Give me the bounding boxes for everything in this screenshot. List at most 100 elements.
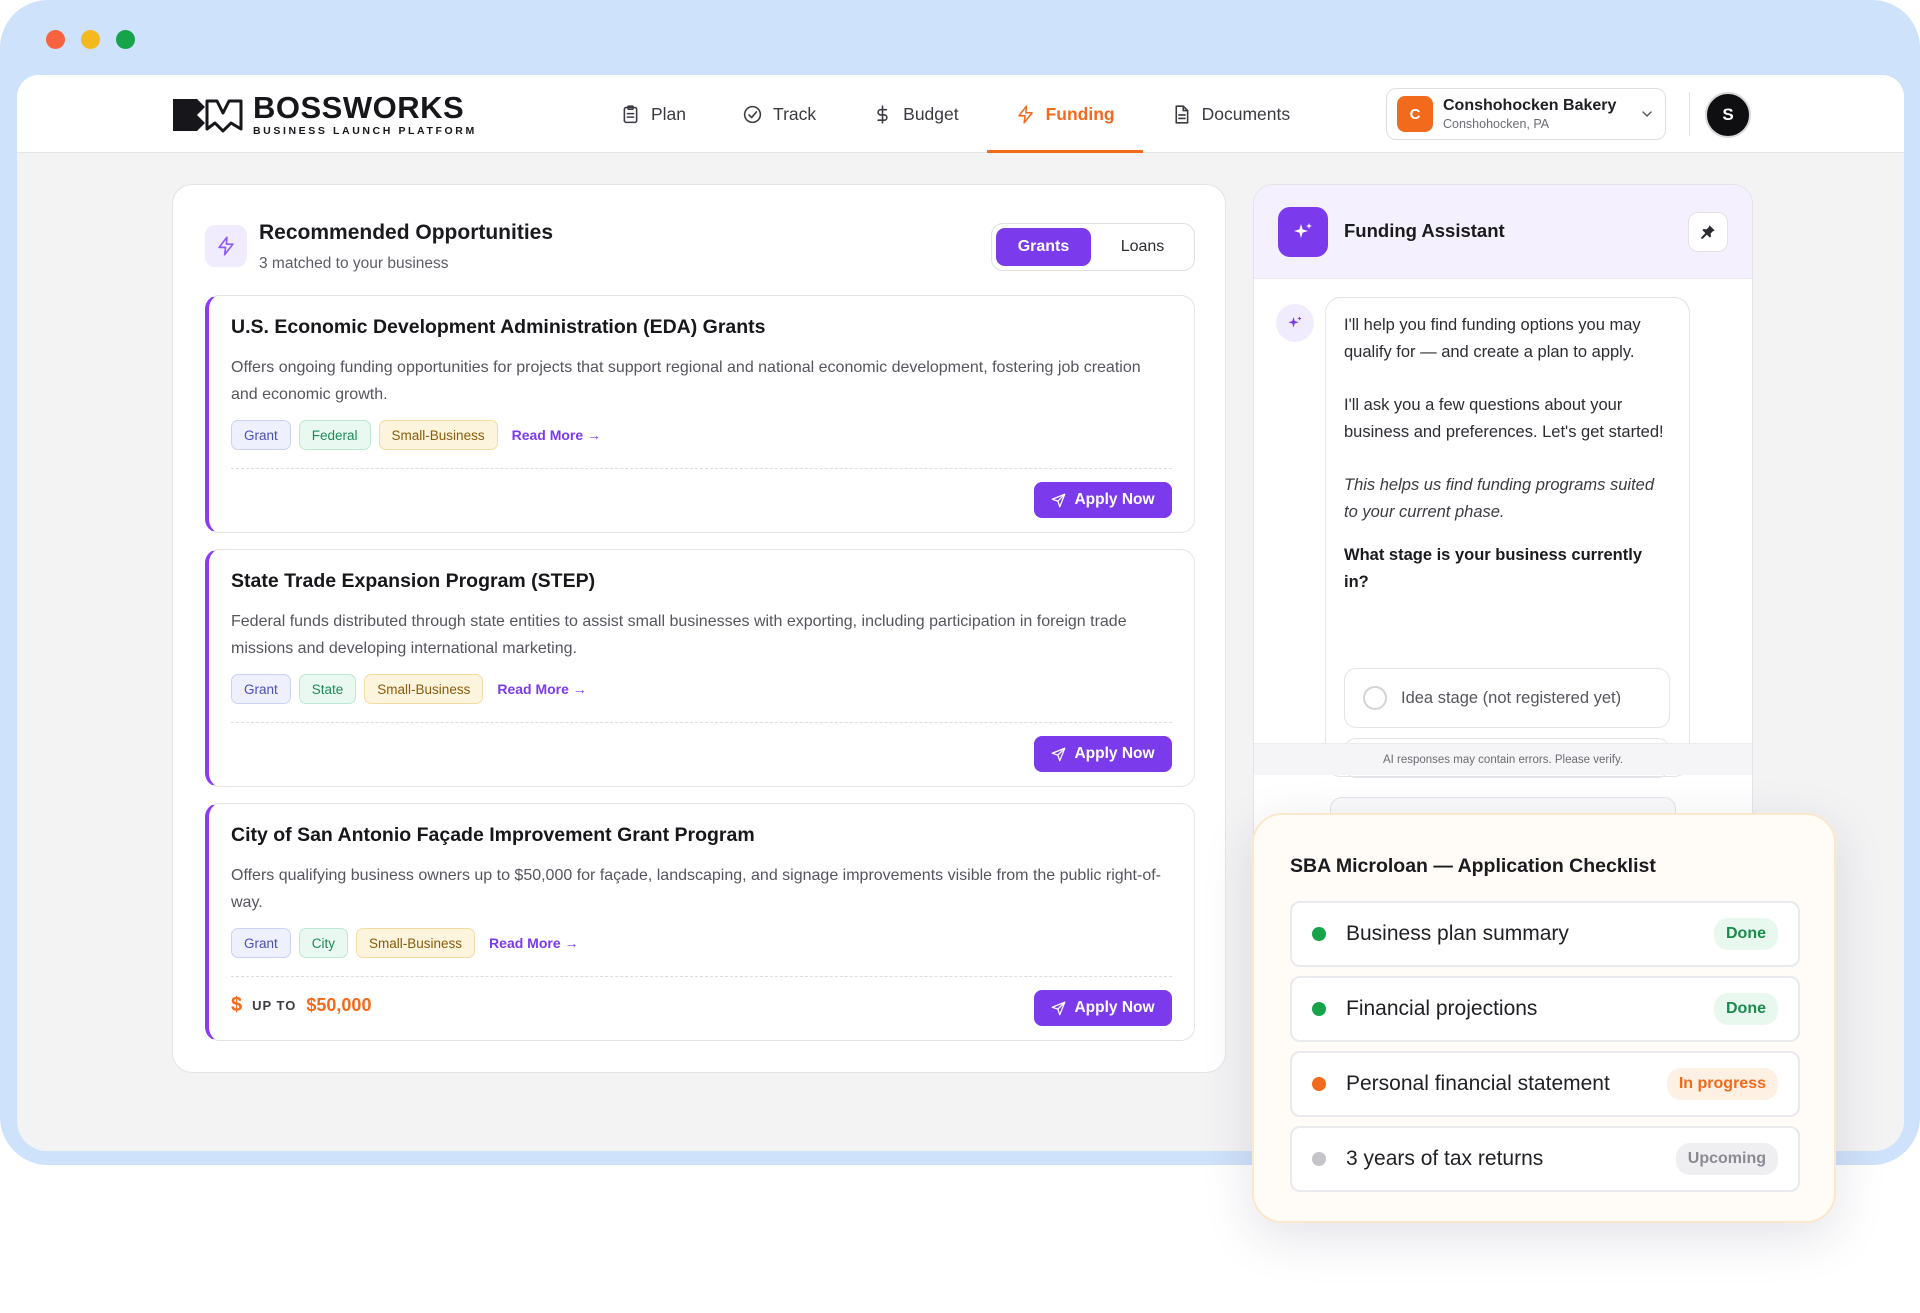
card-description: Offers ongoing funding opportunities for… (231, 359, 1141, 403)
nav-track-label: Track (773, 103, 817, 124)
nav-track[interactable]: Track (714, 75, 844, 153)
ai-disclaimer: AI responses may contain errors. Please … (1254, 743, 1752, 775)
logo[interactable]: BOSSWORKS BUSINESS LAUNCH PLATFORM (171, 90, 477, 137)
tag-list: Grant State Small-Business Read More → (231, 674, 587, 704)
tag-grant: Grant (231, 674, 291, 704)
opportunity-card: City of San Antonio Façade Improvement G… (205, 803, 1195, 1041)
amount-value: $50,000 (306, 995, 372, 1015)
apply-now-button[interactable]: Apply Now (1034, 482, 1172, 518)
read-more-link[interactable]: Read More → (497, 681, 586, 697)
funding-amount: $ UP TO $50,000 (231, 994, 371, 1017)
apply-now-label: Apply Now (1074, 999, 1155, 1016)
business-avatar: C (1397, 96, 1433, 132)
checklist-item-label: 3 years of tax returns (1346, 1147, 1544, 1170)
nav-plan-label: Plan (651, 103, 687, 124)
card-divider (231, 722, 1172, 723)
apply-now-button[interactable]: Apply Now (1034, 990, 1172, 1026)
read-more-link[interactable]: Read More → (489, 935, 578, 951)
checklist-item[interactable]: Financial projections Done (1290, 976, 1800, 1042)
status-badge: In progress (1666, 1068, 1778, 1100)
business-switcher[interactable]: C Conshohocken Bakery Conshohocken, PA (1386, 88, 1666, 140)
sparkle-icon (1294, 223, 1312, 238)
toggle-loans[interactable]: Loans (1095, 228, 1190, 266)
arrow-right-icon: → (572, 681, 587, 697)
maximize-window-dot[interactable] (116, 30, 135, 49)
message-question: What stage is your business currently in… (1344, 546, 1642, 591)
checklist-item[interactable]: Personal financial statement In progress (1290, 1051, 1800, 1117)
close-window-dot[interactable] (46, 30, 65, 49)
arrow-right-icon: → (564, 935, 579, 951)
checklist-item-label: Business plan summary (1346, 922, 1569, 945)
chevron-down-icon (1642, 111, 1652, 117)
tag-level: Federal (298, 420, 371, 450)
window-controls (46, 30, 135, 49)
checklist-item-label: Personal financial statement (1346, 1072, 1610, 1095)
checklist-item[interactable]: Business plan summary Done (1290, 901, 1800, 967)
read-more-label: Read More (489, 935, 561, 951)
tag-small-business: Small-Business (378, 420, 498, 450)
tag-small-business: Small-Business (356, 928, 476, 958)
panel-subtitle: 3 matched to your business (259, 255, 449, 272)
checklist-item-label: Financial projections (1346, 997, 1538, 1020)
nav-documents[interactable]: Documents (1143, 75, 1319, 153)
read-more-link[interactable]: Read More → (512, 427, 601, 443)
sparkle-icon (1288, 316, 1302, 328)
status-badge: Upcoming (1675, 1143, 1778, 1175)
arrow-right-icon: → (587, 427, 602, 443)
card-divider (231, 976, 1172, 977)
message-intro: I'll help you find funding options you m… (1344, 316, 1641, 361)
message-note: This helps us find funding programs suit… (1344, 476, 1655, 521)
option-idea-stage[interactable]: Idea stage (not registered yet) (1344, 668, 1670, 728)
lightning-icon (1017, 104, 1033, 124)
assistant-title: Funding Assistant (1344, 220, 1505, 241)
tag-grant: Grant (231, 420, 291, 450)
read-more-label: Read More (511, 427, 584, 443)
card-description: Offers qualifying business owners up to … (231, 867, 1161, 911)
pin-icon (1701, 225, 1715, 239)
send-icon (1052, 747, 1066, 761)
nav-budget[interactable]: Budget (844, 75, 986, 153)
panel-title: Recommended Opportunities (259, 221, 554, 244)
card-divider (231, 468, 1172, 469)
apply-now-label: Apply Now (1074, 491, 1155, 508)
minimize-window-dot[interactable] (81, 30, 100, 49)
amount-prefix: UP TO (252, 998, 297, 1013)
tag-level: City (298, 928, 349, 958)
panel-header-icon (205, 225, 247, 267)
lightning-icon (218, 236, 234, 256)
toggle-grants[interactable]: Grants (996, 228, 1091, 266)
checklist-item[interactable]: 3 years of tax returns Upcoming (1290, 1126, 1800, 1192)
card-title: City of San Antonio Façade Improvement G… (231, 824, 755, 846)
brand-tagline: BUSINESS LAUNCH PLATFORM (253, 125, 477, 137)
nav-documents-label: Documents (1201, 103, 1291, 124)
read-more-label: Read More (497, 681, 569, 697)
assistant-header: Funding Assistant (1254, 185, 1752, 279)
bossworks-logo-icon (173, 99, 243, 133)
application-checklist: SBA Microloan — Application Checklist Bu… (1252, 813, 1836, 1223)
pin-button[interactable] (1688, 212, 1728, 252)
apply-now-button[interactable]: Apply Now (1034, 736, 1172, 772)
tag-level: State (298, 674, 357, 704)
apply-now-label: Apply Now (1074, 745, 1155, 762)
nav-funding[interactable]: Funding (986, 75, 1143, 153)
status-dot (1312, 1077, 1326, 1091)
send-icon (1052, 1001, 1066, 1015)
check-circle-icon (743, 105, 762, 123)
assistant-icon (1278, 207, 1328, 257)
message-questions: I'll ask you a few questions about your … (1344, 396, 1664, 441)
brand-name: BOSSWORKS (253, 90, 465, 125)
opportunity-card: U.S. Economic Development Administration… (205, 295, 1195, 533)
nav-plan[interactable]: Plan (592, 75, 714, 153)
divider (1689, 92, 1690, 136)
tag-list: Grant City Small-Business Read More → (231, 928, 579, 958)
user-avatar[interactable]: S (1705, 92, 1751, 138)
checklist-title: SBA Microloan — Application Checklist (1290, 855, 1656, 877)
nav-budget-label: Budget (903, 103, 959, 124)
dollar-icon: $ (231, 994, 243, 1016)
document-icon (1175, 104, 1189, 124)
tag-small-business: Small-Business (364, 674, 484, 704)
option-label: Idea stage (not registered yet) (1401, 688, 1622, 707)
clipboard-icon (623, 104, 638, 123)
status-badge: Done (1714, 993, 1778, 1025)
tag-grant: Grant (231, 928, 291, 958)
